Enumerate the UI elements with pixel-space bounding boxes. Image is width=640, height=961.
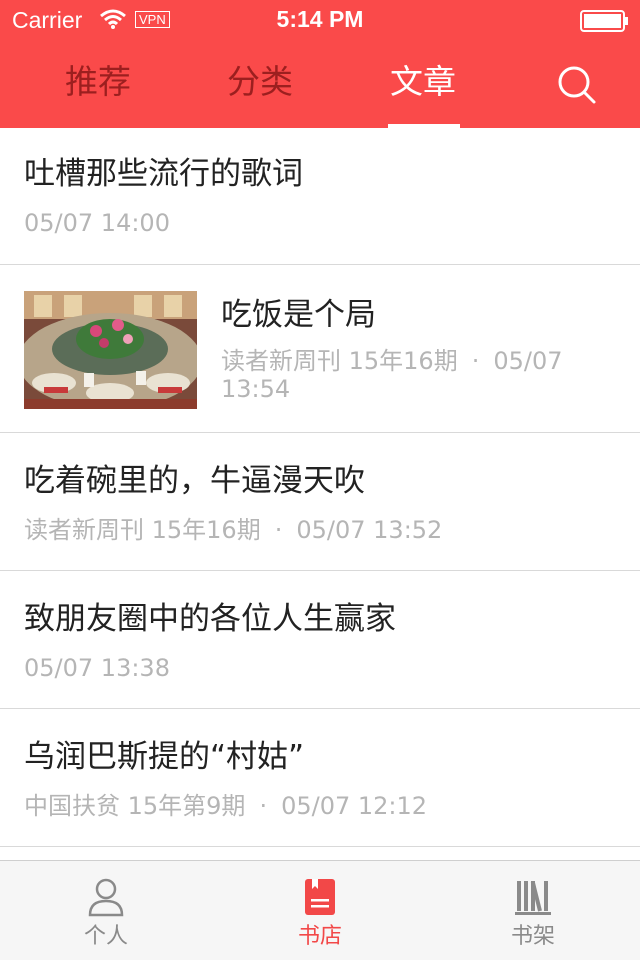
search-button[interactable] [554, 64, 600, 106]
article-title: 乌润巴斯提的“村姑” [24, 739, 305, 775]
bottom-tab-personal[interactable]: 个人 [36, 861, 176, 961]
bottom-tab-label: 书店 [297, 924, 342, 949]
article-title: 吃着碗里的，牛逼漫天吹 [24, 463, 365, 499]
article-meta: 读者新周刊 15年16期 · 05/07 13:52 [24, 515, 442, 545]
tab-recommend[interactable]: 推荐 [60, 60, 136, 104]
bookstore-icon [305, 879, 335, 915]
bottom-tab-bar: 个人 书店 书架 [0, 860, 640, 960]
meta-separator: · [259, 792, 268, 820]
article-meta: 05/07 13:38 [24, 653, 170, 683]
article-source: 读者新周刊 15年16期 [221, 347, 458, 375]
article-source: 中国扶贫 15年第9期 [24, 792, 246, 820]
article-time: 05/07 14:00 [24, 209, 170, 237]
article-source: 读者新周刊 15年16期 [24, 516, 261, 544]
tab-category[interactable]: 分类 [222, 60, 298, 104]
bottom-tab-bookshelf[interactable]: 书架 [463, 861, 603, 961]
status-bar: Carrier VPN 5:14 PM [0, 0, 640, 40]
article-item[interactable]: 乌润巴斯提的“村姑” 中国扶贫 15年第9期 · 05/07 12:12 [0, 709, 640, 847]
article-item[interactable]: 吐槽那些流行的歌词 05/07 14:00 [0, 128, 640, 265]
bottom-tab-label: 个人 [83, 924, 128, 949]
bottom-tab-label: 书架 [510, 924, 555, 949]
tab-article[interactable]: 文章 [384, 60, 462, 104]
header: Carrier VPN 5:14 PM 推荐 分类 文章 [0, 0, 640, 128]
article-meta: 读者新周刊 15年16期 · 05/07 13:54 [221, 347, 601, 403]
top-tab-bar: 推荐 分类 文章 [0, 40, 640, 128]
article-list: 吐槽那些流行的歌词 05/07 14:00 吃饭是个局 读者新周刊 15年16期… [0, 128, 640, 860]
person-icon [88, 878, 124, 917]
article-meta: 中国扶贫 15年第9期 · 05/07 12:12 [24, 791, 427, 821]
article-item[interactable]: 致朋友圈中的各位人生赢家 05/07 13:38 [0, 571, 640, 709]
meta-separator: · [471, 347, 480, 375]
article-thumbnail [24, 291, 197, 409]
bottom-tab-bookstore[interactable]: 书店 [250, 861, 390, 961]
article-meta: 05/07 14:00 [24, 208, 170, 238]
article-title: 吐槽那些流行的歌词 [24, 156, 303, 192]
bookshelf-icon [515, 881, 551, 915]
article-item[interactable]: 吃着碗里的，牛逼漫天吹 读者新周刊 15年16期 · 05/07 13:52 [0, 433, 640, 571]
status-time: 5:14 PM [276, 6, 364, 32]
search-icon [558, 66, 596, 104]
article-title: 吃饭是个局 [221, 297, 376, 333]
article-title: 致朋友圈中的各位人生赢家 [24, 601, 396, 637]
article-time: 05/07 12:12 [281, 792, 428, 820]
meta-separator: · [274, 516, 283, 544]
article-item[interactable]: 吃饭是个局 读者新周刊 15年16期 · 05/07 13:54 [0, 265, 640, 433]
battery-icon [580, 10, 630, 36]
article-time: 05/07 13:52 [296, 516, 443, 544]
article-time: 05/07 13:38 [24, 654, 170, 682]
